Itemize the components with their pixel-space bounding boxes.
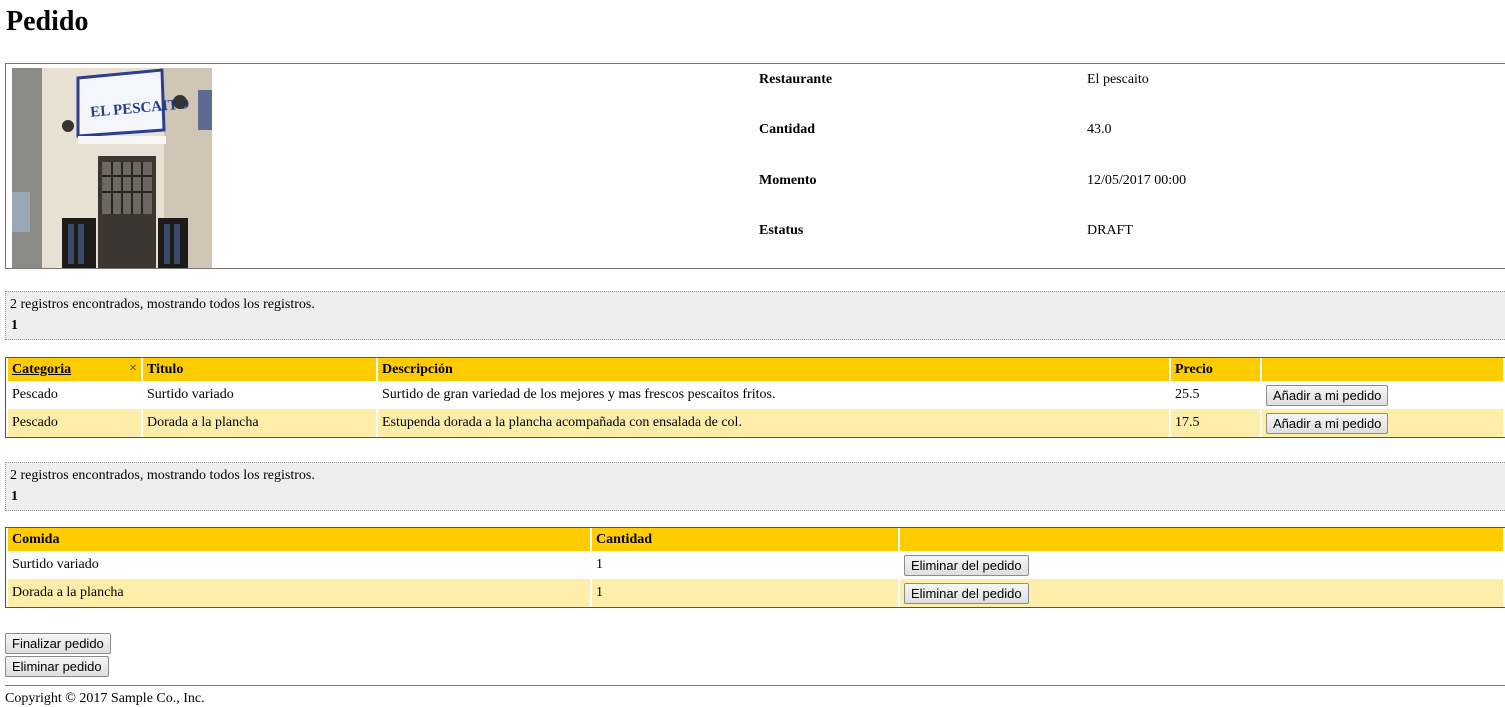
- table-row: Surtido variado 1 Eliminar del pedido: [8, 551, 1503, 579]
- column-header-comida: Comida: [8, 528, 590, 551]
- cell-categoria: Pescado: [8, 409, 141, 437]
- cell-comida: Surtido variado: [8, 551, 590, 579]
- delete-order-button[interactable]: Eliminar pedido: [5, 656, 109, 677]
- pagination-current-page[interactable]: 1: [11, 318, 18, 334]
- cell-comida: Dorada a la plancha: [8, 579, 590, 607]
- value-momento: 12/05/2017 00:00: [1087, 173, 1187, 188]
- add-to-order-button[interactable]: Añadir a mi pedido: [1266, 412, 1389, 434]
- value-cantidad: 43.0: [1087, 122, 1112, 137]
- menu-items-table: Categoria × Titulo Descripción Precio Pe…: [5, 357, 1505, 438]
- column-header-descripcion: Descripción: [378, 358, 1169, 381]
- cell-actions: Añadir a mi pedido: [1262, 381, 1503, 409]
- clear-sort-icon[interactable]: ×: [129, 361, 137, 377]
- column-header-categoria[interactable]: Categoria ×: [8, 358, 141, 381]
- footer-divider: [5, 685, 1505, 686]
- copyright-text: Copyright © 2017 Sample Co., Inc.: [5, 691, 205, 706]
- table-header-row: Categoria × Titulo Descripción Precio: [8, 358, 1503, 381]
- table-header-row: Comida Cantidad: [8, 528, 1503, 551]
- add-to-order-button[interactable]: Añadir a mi pedido: [1266, 384, 1389, 406]
- column-header-cantidad: Cantidad: [592, 528, 898, 551]
- cell-titulo: Dorada a la plancha: [143, 409, 376, 437]
- remove-from-order-button[interactable]: Eliminar del pedido: [904, 554, 1029, 576]
- remove-from-order-button[interactable]: Eliminar del pedido: [904, 582, 1029, 604]
- sort-link-categoria[interactable]: Categoria: [12, 362, 71, 377]
- cell-precio: 25.5: [1171, 381, 1260, 409]
- cell-cantidad: 1: [592, 579, 898, 607]
- table-row: Pescado Surtido variado Surtido de gran …: [8, 381, 1503, 409]
- label-restaurante: Restaurante: [759, 72, 833, 87]
- column-header-actions: [900, 528, 1503, 551]
- records-found-message: 2 registros encontrados, mostrando todos…: [10, 468, 315, 483]
- order-lines-table: Comida Cantidad Surtido variado 1 Elimin…: [5, 527, 1505, 608]
- menu-list-info-bar: 2 registros encontrados, mostrando todos…: [5, 291, 1505, 340]
- cell-actions: Añadir a mi pedido: [1262, 409, 1503, 437]
- column-header-precio: Precio: [1171, 358, 1260, 381]
- cell-descripcion: Estupenda dorada a la plancha acompañada…: [378, 409, 1169, 437]
- label-momento: Momento: [759, 173, 817, 188]
- cell-titulo: Surtido variado: [143, 381, 376, 409]
- cell-actions: Eliminar del pedido: [900, 551, 1503, 579]
- table-row: Dorada a la plancha 1 Eliminar del pedid…: [8, 579, 1503, 607]
- pagination-current-page[interactable]: 1: [11, 489, 18, 505]
- cell-categoria: Pescado: [8, 381, 141, 409]
- finalize-order-button[interactable]: Finalizar pedido: [5, 633, 111, 654]
- column-header-titulo: Titulo: [143, 358, 376, 381]
- page-title: Pedido: [6, 6, 89, 37]
- order-list-info-bar: 2 registros encontrados, mostrando todos…: [5, 462, 1505, 511]
- page: Pedido EL PESCAITO Restaurante El pescai…: [0, 0, 1505, 706]
- value-estatus: DRAFT: [1087, 223, 1133, 238]
- column-header-actions: [1262, 358, 1503, 381]
- label-cantidad: Cantidad: [759, 122, 816, 137]
- cell-precio: 17.5: [1171, 409, 1260, 437]
- value-restaurante: El pescaito: [1087, 72, 1149, 87]
- cell-actions: Eliminar del pedido: [900, 579, 1503, 607]
- cell-cantidad: 1: [592, 551, 898, 579]
- table-row: Pescado Dorada a la plancha Estupenda do…: [8, 409, 1503, 437]
- label-estatus: Estatus: [759, 223, 804, 238]
- order-details-panel: EL PESCAITO Restaurante El pescaito Cant…: [5, 63, 1505, 269]
- records-found-message: 2 registros encontrados, mostrando todos…: [10, 297, 315, 312]
- cell-descripcion: Surtido de gran variedad de los mejores …: [378, 381, 1169, 409]
- restaurant-photo: EL PESCAITO: [12, 68, 212, 268]
